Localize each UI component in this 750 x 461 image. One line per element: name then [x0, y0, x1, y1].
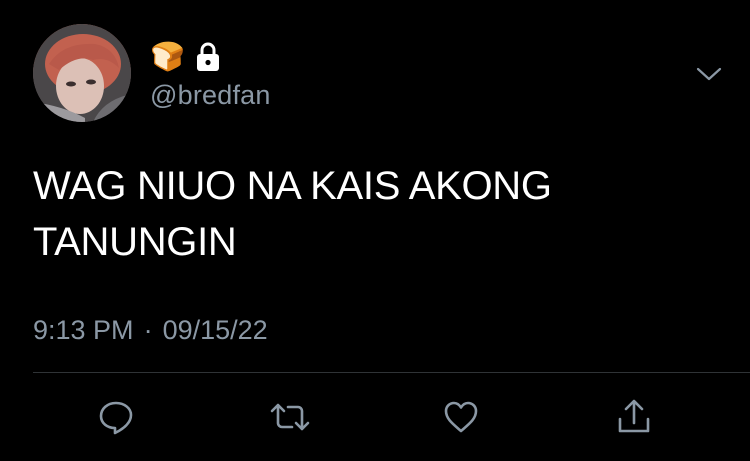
share-button[interactable]: [609, 392, 659, 442]
avatar-photo: [33, 24, 131, 122]
lock-icon: [193, 41, 223, 73]
display-name-emoji: 🍞: [150, 40, 185, 73]
reply-button[interactable]: [91, 392, 141, 442]
like-icon: [441, 397, 481, 437]
retweet-button[interactable]: [265, 392, 315, 442]
tweet-time: 9:13 PM: [33, 315, 134, 345]
divider: [33, 372, 750, 373]
share-icon: [614, 397, 654, 437]
action-bar: [0, 392, 750, 442]
tweet-text: WAG NIUO NA KAIS AKONG TANUNGIN: [33, 158, 713, 270]
chevron-down-icon[interactable]: [694, 62, 724, 86]
tweet-date: 09/15/22: [162, 315, 268, 345]
retweet-icon: [268, 397, 312, 437]
like-button[interactable]: [436, 392, 486, 442]
reply-icon: [96, 397, 136, 437]
timestamp-separator: ·: [143, 315, 153, 345]
tweet-text-line: TANUNGIN: [33, 220, 237, 264]
tweet-text-line: WAG NIUO NA KAIS AKONG: [33, 164, 552, 208]
avatar[interactable]: [33, 24, 131, 122]
tweet-detail: 🍞 @bredfan WAG NIUO NA KAIS AKONG TANUNG…: [0, 0, 750, 461]
user-handle[interactable]: @bredfan: [150, 79, 271, 111]
display-name-row: 🍞: [150, 40, 223, 74]
tweet-timestamp: 9:13 PM · 09/15/22: [33, 313, 268, 347]
